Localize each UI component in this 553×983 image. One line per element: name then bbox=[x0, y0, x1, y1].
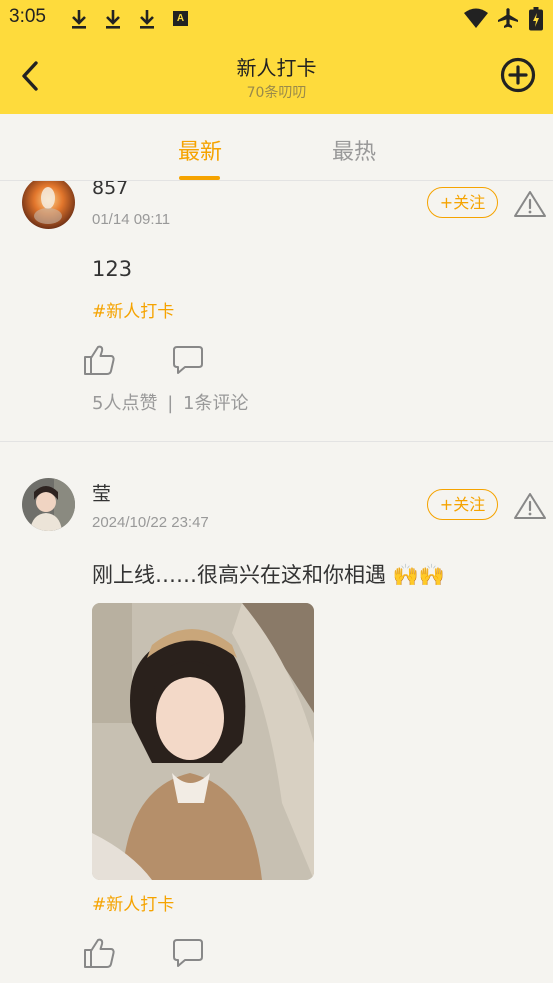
stats-separator: | bbox=[167, 393, 174, 414]
airplane-icon bbox=[498, 8, 518, 28]
likes-count: 5人点赞 bbox=[92, 393, 158, 414]
post-item: 857 01/14 09:11 +关注 123 #新人打卡 5人点赞 | 1条评… bbox=[0, 181, 553, 442]
post-stats: 5人点赞 | 1条评论 bbox=[92, 389, 248, 415]
active-tab-indicator bbox=[179, 176, 220, 180]
page-title: 新人打卡 bbox=[236, 56, 317, 80]
add-circle-icon[interactable] bbox=[499, 56, 537, 94]
page-subtitle: 70条叨叨 bbox=[246, 85, 307, 101]
download-icon bbox=[72, 10, 86, 29]
follow-button[interactable]: +关注 bbox=[427, 489, 498, 520]
tab-latest[interactable]: 最新 bbox=[150, 134, 250, 166]
post-item: 莹 2024/10/22 23:47 +关注 刚上线……很高兴在这和你相遇 🙌🙌… bbox=[0, 442, 553, 983]
wifi-icon bbox=[464, 8, 488, 28]
warning-icon[interactable] bbox=[513, 491, 547, 521]
post-username[interactable]: 莹 bbox=[92, 479, 111, 506]
tab-bar: 最新 最热 bbox=[0, 114, 553, 181]
battery-icon bbox=[529, 7, 543, 31]
tab-hot[interactable]: 最热 bbox=[304, 134, 404, 166]
post-time: 01/14 09:11 bbox=[92, 211, 171, 228]
topic-tag[interactable]: #新人打卡 bbox=[92, 297, 174, 322]
post-feed[interactable]: 857 01/14 09:11 +关注 123 #新人打卡 5人点赞 | 1条评… bbox=[0, 181, 553, 983]
avatar[interactable] bbox=[22, 181, 75, 229]
status-bar: 3:05 A bbox=[0, 0, 553, 38]
header-bar: 新人打卡 70条叨叨 bbox=[0, 38, 553, 114]
download-icon bbox=[140, 10, 154, 29]
post-time: 2024/10/22 23:47 bbox=[92, 514, 209, 531]
post-username[interactable]: 857 bbox=[92, 181, 128, 199]
avatar[interactable] bbox=[22, 478, 75, 531]
post-content: 123 bbox=[92, 257, 133, 281]
comments-count[interactable]: 1条评论 bbox=[183, 393, 248, 414]
thumbs-up-icon[interactable] bbox=[82, 936, 116, 970]
post-content: 刚上线……很高兴在这和你相遇 🙌🙌 bbox=[92, 563, 445, 587]
thumbs-up-icon[interactable] bbox=[82, 343, 116, 377]
post-photo[interactable] bbox=[92, 603, 314, 880]
comment-icon[interactable] bbox=[171, 343, 205, 377]
download-icon bbox=[106, 10, 120, 29]
warning-icon[interactable] bbox=[513, 189, 547, 219]
topic-tag[interactable]: #新人打卡 bbox=[92, 890, 174, 915]
status-time: 3:05 bbox=[9, 6, 46, 27]
follow-button[interactable]: +关注 bbox=[427, 187, 498, 218]
comment-icon[interactable] bbox=[171, 936, 205, 970]
keyboard-icon: A bbox=[173, 11, 188, 26]
